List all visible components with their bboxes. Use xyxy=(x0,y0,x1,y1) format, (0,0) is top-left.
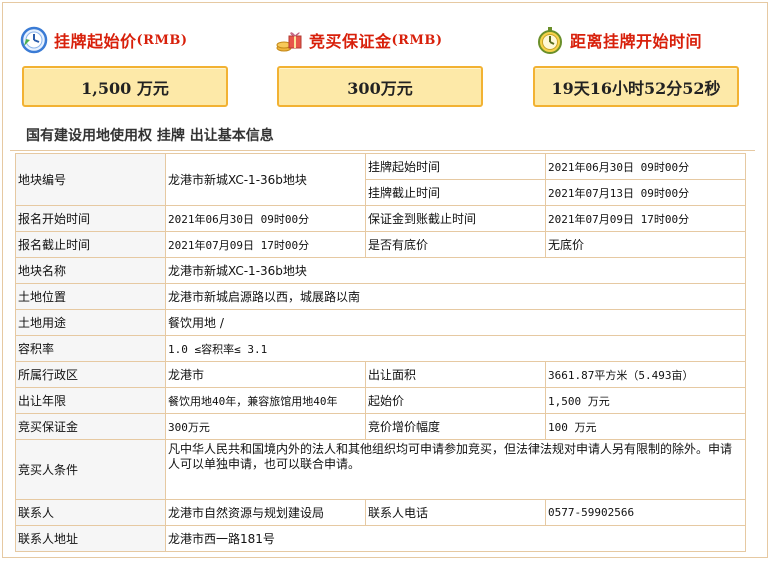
table-row: 地块编号 龙港市新城XC-1-36b地块 挂牌起始时间 2021年06月30日 … xyxy=(15,153,746,206)
deposit-deadline-value: 2021年07月09日 17时00分 xyxy=(545,205,746,232)
contact-key: 联系人 xyxy=(15,499,166,526)
deposit-label: 竞买保证金 xyxy=(309,32,392,51)
reserve-value: 无底价 xyxy=(545,231,746,258)
table-row: 联系人 龙港市自然资源与规划建设局 联系人电话 0577-59902566 xyxy=(15,499,746,526)
phone-value: 0577-59902566 xyxy=(545,499,746,526)
reg-end-key: 报名截止时间 xyxy=(15,231,166,258)
district-key: 所属行政区 xyxy=(15,361,166,388)
district-value: 龙港市 xyxy=(165,361,366,388)
parcel-name-value: 龙港市新城XC-1-36b地块 xyxy=(165,257,746,284)
reg-end-value: 2021年07月09日 17时00分 xyxy=(165,231,366,258)
table-row: 报名开始时间 2021年06月30日 09时00分 保证金到账截止时间 2021… xyxy=(15,205,746,232)
table-row: 出让年限 餐饮用地40年，兼容旅馆用地40年 起始价 1,500 万元 xyxy=(15,387,746,414)
parcel-name-key: 地块名称 xyxy=(15,257,166,284)
contact-value: 龙港市自然资源与规划建设局 xyxy=(165,499,366,526)
start-price-cell: 1,500 万元 xyxy=(545,387,746,414)
countdown-value: 19天16小时52分52秒 xyxy=(533,66,739,107)
usage-value: 餐饮用地 / xyxy=(165,309,746,336)
deposit-cell: 300万元 xyxy=(165,413,366,440)
usage-key: 土地用途 xyxy=(15,309,166,336)
section-divider xyxy=(10,150,755,151)
increment-key: 竞价增价幅度 xyxy=(365,413,546,440)
deposit-unit: (RMB) xyxy=(391,32,443,48)
gift-coins-icon xyxy=(276,32,302,52)
term-key: 出让年限 xyxy=(15,387,166,414)
start-price-header: 挂牌起始价 (RMB) xyxy=(20,26,188,54)
table-row: 报名截止时间 2021年07月09日 17时00分 是否有底价 无底价 xyxy=(15,231,746,258)
reg-start-key: 报名开始时间 xyxy=(15,205,166,232)
table-row: 联系人地址 龙港市西一路181号 xyxy=(15,525,746,552)
address-value: 龙港市西一路181号 xyxy=(165,525,746,552)
table-row: 土地用途 餐饮用地 / xyxy=(15,309,746,336)
start-price-key: 起始价 xyxy=(365,387,546,414)
clock-icon xyxy=(20,26,48,54)
listing-start-key: 挂牌起始时间 xyxy=(365,153,546,180)
table-row: 所属行政区 龙港市 出让面积 3661.87平方米（5.493亩） xyxy=(15,361,746,388)
reserve-key: 是否有底价 xyxy=(365,231,546,258)
deposit-deadline-key: 保证金到账截止时间 xyxy=(365,205,546,232)
conditions-key: 竞买人条件 xyxy=(15,439,166,500)
address-key: 联系人地址 xyxy=(15,525,166,552)
far-value: 1.0 ≤容积率≤ 3.1 xyxy=(165,335,746,362)
listing-end-key: 挂牌截止时间 xyxy=(365,179,546,206)
deposit-value: 300万元 xyxy=(277,66,483,107)
stopwatch-icon xyxy=(538,27,562,54)
start-price-label: 挂牌起始价 xyxy=(54,32,137,51)
deposit-key: 竞买保证金 xyxy=(15,413,166,440)
reg-start-value: 2021年06月30日 09时00分 xyxy=(165,205,366,232)
conditions-value: 凡中华人民共和国境内外的法人和其他组织均可申请参加竞买，但法律法规对申请人另有限… xyxy=(165,439,746,500)
phone-key: 联系人电话 xyxy=(365,499,546,526)
countdown-label: 距离挂牌开始时间 xyxy=(570,32,703,51)
listing-end-value: 2021年07月13日 09时00分 xyxy=(545,179,746,206)
countdown-header: 距离挂牌开始时间 xyxy=(536,26,702,54)
area-value: 3661.87平方米（5.493亩） xyxy=(545,361,746,388)
start-price-value: 1,500 万元 xyxy=(22,66,228,107)
parcel-no-value: 龙港市新城XC-1-36b地块 xyxy=(165,153,366,206)
term-value: 餐饮用地40年，兼容旅馆用地40年 xyxy=(165,387,366,414)
far-key: 容积率 xyxy=(15,335,166,362)
listing-start-value: 2021年06月30日 09时00分 xyxy=(545,153,746,180)
location-key: 土地位置 xyxy=(15,283,166,310)
table-row: 土地位置 龙港市新城启源路以西，城展路以南 xyxy=(15,283,746,310)
location-value: 龙港市新城启源路以西，城展路以南 xyxy=(165,283,746,310)
parcel-no-key: 地块编号 xyxy=(15,153,166,206)
deposit-header: 竞买保证金 (RMB) xyxy=(275,26,443,54)
land-info-table: 地块编号 龙港市新城XC-1-36b地块 挂牌起始时间 2021年06月30日 … xyxy=(15,153,746,552)
table-row: 容积率 1.0 ≤容积率≤ 3.1 xyxy=(15,335,746,362)
section-title: 国有建设用地使用权 挂牌 出让基本信息 xyxy=(26,128,274,144)
start-price-unit: (RMB) xyxy=(136,32,188,48)
increment-value: 100 万元 xyxy=(545,413,746,440)
table-row: 竞买人条件 凡中华人民共和国境内外的法人和其他组织均可申请参加竞买，但法律法规对… xyxy=(15,439,746,500)
table-row: 地块名称 龙港市新城XC-1-36b地块 xyxy=(15,257,746,284)
area-key: 出让面积 xyxy=(365,361,546,388)
table-row: 竞买保证金 300万元 竞价增价幅度 100 万元 xyxy=(15,413,746,440)
